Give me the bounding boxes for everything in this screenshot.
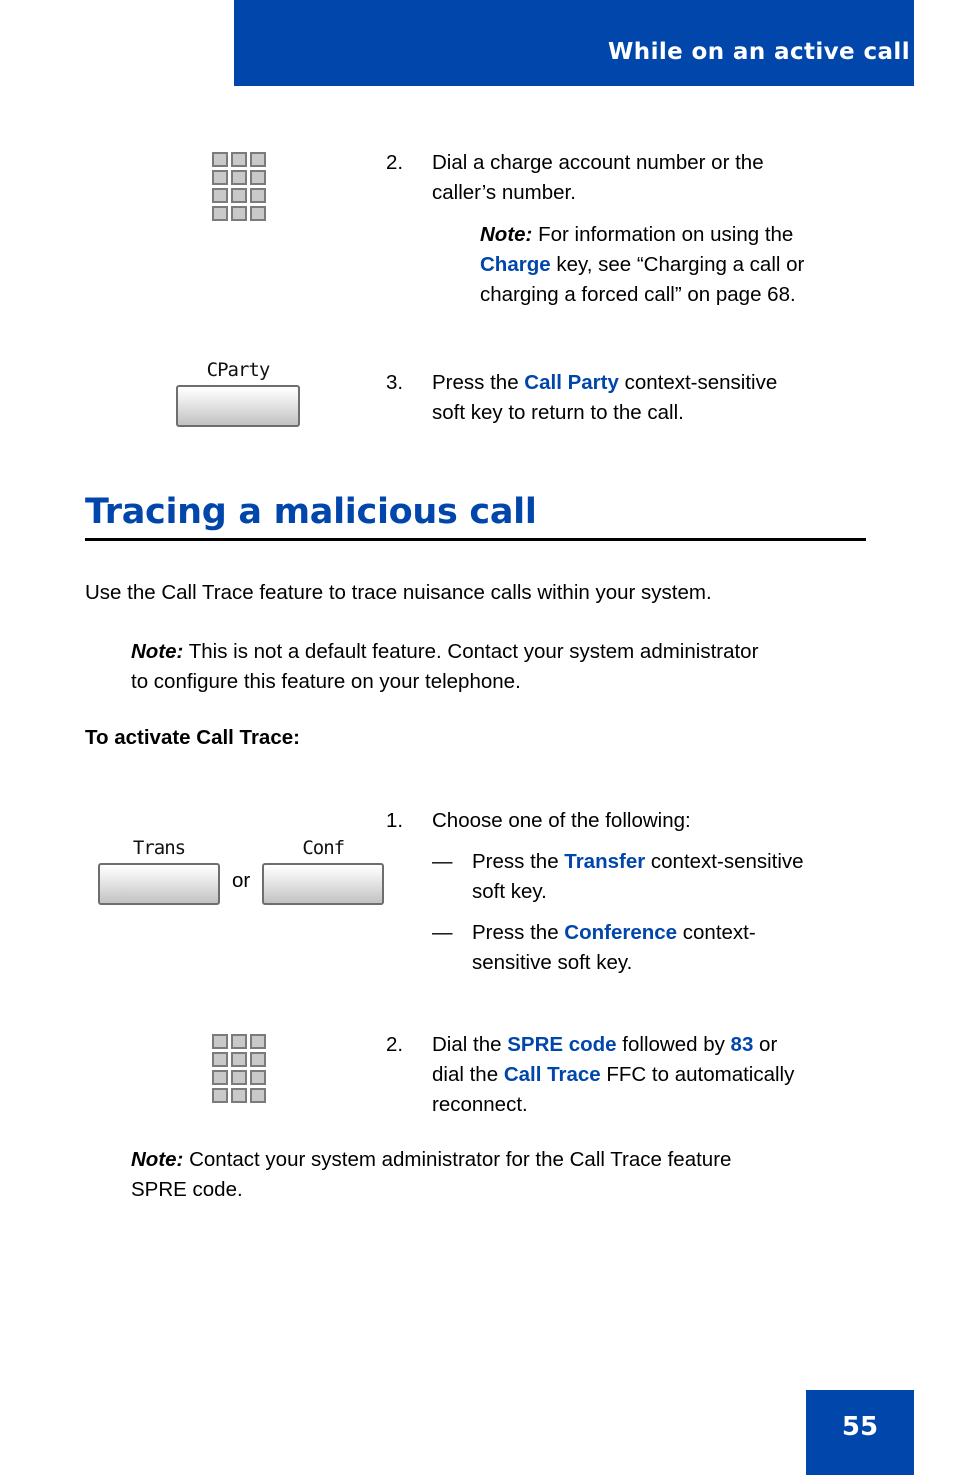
step-row-bottom-2: 2. Dial the SPRE code followed by 83 or … bbox=[0, 1030, 860, 1120]
step-key-call-party: Call Party bbox=[524, 371, 619, 394]
section-heading-block: Tracing a malicious call bbox=[85, 492, 866, 541]
step-text-cell: 1. Choose one of the following: — Press … bbox=[300, 806, 860, 978]
step-text-post: context-sensitive bbox=[618, 371, 778, 394]
final-note-line2: SPRE code. bbox=[131, 1178, 243, 1201]
keypad-icon bbox=[212, 1034, 266, 1106]
section-intro: Use the Call Trace feature to trace nuis… bbox=[85, 581, 712, 604]
step-row-bottom-1: Trans or Conf 1. Choose one of the follo… bbox=[0, 806, 860, 978]
softkey-trans-label: Trans bbox=[132, 837, 186, 859]
step-line2-pre: dial the bbox=[432, 1063, 504, 1086]
step-text: Press the Call Party context-sensitive s… bbox=[432, 358, 820, 428]
step-row-top-2: 2. Dial a charge account number or the c… bbox=[0, 148, 820, 310]
softkey-trans[interactable]: Trans bbox=[98, 836, 220, 905]
step-icon-cell bbox=[0, 148, 300, 310]
step-text: Dial the SPRE code followed by 83 or dia… bbox=[432, 1030, 860, 1120]
step-number: 2. bbox=[386, 1033, 404, 1056]
bullet-dash: — bbox=[432, 850, 453, 873]
note-text-1: For information on using the bbox=[532, 223, 794, 246]
softkey-cparty-button[interactable] bbox=[176, 385, 300, 427]
bullet-post: context-sensitive bbox=[645, 850, 804, 873]
step-icon-cell: CParty bbox=[0, 358, 300, 428]
final-note: Note: Contact your system administrator … bbox=[131, 1145, 891, 1205]
step-icon-cell: Trans or Conf bbox=[0, 806, 385, 978]
note-text-2: key, see “Charging a call or bbox=[550, 253, 805, 276]
bullet-text: Press the Conference context- sensitive … bbox=[472, 918, 860, 978]
step-row-top-3: CParty 3. Press the Call Party context-s… bbox=[0, 358, 820, 428]
step-text-cell: 2. Dial a charge account number or the c… bbox=[300, 148, 820, 310]
bullet-pre: Press the bbox=[472, 850, 565, 873]
step-text-mid1: followed by bbox=[616, 1033, 731, 1056]
page-footer-bar: 55 bbox=[806, 1390, 914, 1475]
final-note-label: Note: bbox=[131, 1148, 184, 1171]
step-text-pre: Dial the bbox=[432, 1033, 508, 1056]
step-text-pre: Press the bbox=[432, 371, 525, 394]
note-text-3: charging a forced call” on page 68. bbox=[480, 283, 796, 306]
step-text-line1: Dial a charge account number or the bbox=[432, 151, 764, 174]
step-icon-cell bbox=[0, 1030, 300, 1120]
step-number: 2. bbox=[386, 151, 404, 174]
bullet-post: context- bbox=[677, 921, 756, 944]
step-key-spre-code: SPRE code bbox=[507, 1033, 617, 1056]
bullet-pre: Press the bbox=[472, 921, 565, 944]
bullet-key-conference: Conference bbox=[564, 921, 678, 944]
step-text-line2: caller’s number. bbox=[432, 181, 576, 204]
step-number: 1. bbox=[386, 809, 404, 832]
page-title: Tracing a malicious call bbox=[85, 492, 537, 532]
bullet-line2: sensitive soft key. bbox=[472, 951, 633, 974]
softkey-cparty-label: CParty bbox=[206, 359, 271, 381]
section-note: Note: This is not a default feature. Con… bbox=[131, 637, 891, 697]
step-text-line2: soft key to return to the call. bbox=[432, 401, 684, 424]
or-label: or bbox=[232, 869, 251, 892]
bullet-dash: — bbox=[432, 921, 453, 944]
step-text-cell: 2. Dial the SPRE code followed by 83 or … bbox=[300, 1030, 860, 1120]
step-bullet-2: — Press the Conference context- sensitiv… bbox=[432, 918, 860, 978]
step-number: 3. bbox=[386, 371, 404, 394]
note-line2: to configure this feature on your teleph… bbox=[131, 670, 521, 693]
section-subhead: To activate Call Trace: bbox=[85, 726, 300, 749]
step-note: Note: For information on using the Charg… bbox=[480, 220, 820, 310]
page-header-title: While on an active call bbox=[608, 39, 910, 65]
step-prompt: Choose one of the following: bbox=[432, 809, 691, 832]
softkey-cparty[interactable]: CParty bbox=[176, 358, 300, 427]
bullet-text: Press the Transfer context-sensitive sof… bbox=[472, 847, 860, 907]
step-bullet-1: — Press the Transfer context-sensitive s… bbox=[432, 847, 860, 907]
keypad-icon bbox=[212, 152, 266, 224]
note-key-charge: Charge bbox=[480, 253, 551, 276]
heading-rule bbox=[85, 538, 866, 541]
step-text-mid2: or bbox=[753, 1033, 778, 1056]
final-note-line1: Contact your system administrator for th… bbox=[183, 1148, 732, 1171]
page-number: 55 bbox=[841, 1412, 879, 1442]
step-key-83: 83 bbox=[730, 1033, 754, 1056]
note-line1: This is not a default feature. Contact y… bbox=[183, 640, 759, 663]
softkey-trans-button[interactable] bbox=[98, 863, 220, 905]
step-text-cell: 3. Press the Call Party context-sensitiv… bbox=[300, 358, 820, 428]
document-page: While on an active call 2. Dial a charge… bbox=[0, 0, 954, 1475]
step-line2-post: FFC to automatically bbox=[600, 1063, 795, 1086]
bullet-key-transfer: Transfer bbox=[564, 850, 646, 873]
step-key-call-trace: Call Trace bbox=[503, 1063, 601, 1086]
note-label: Note: bbox=[480, 223, 533, 246]
bullet-line2: soft key. bbox=[472, 880, 547, 903]
note-label: Note: bbox=[131, 640, 184, 663]
step-text: Dial a charge account number or the call… bbox=[432, 148, 820, 208]
step-line3: reconnect. bbox=[432, 1093, 528, 1116]
